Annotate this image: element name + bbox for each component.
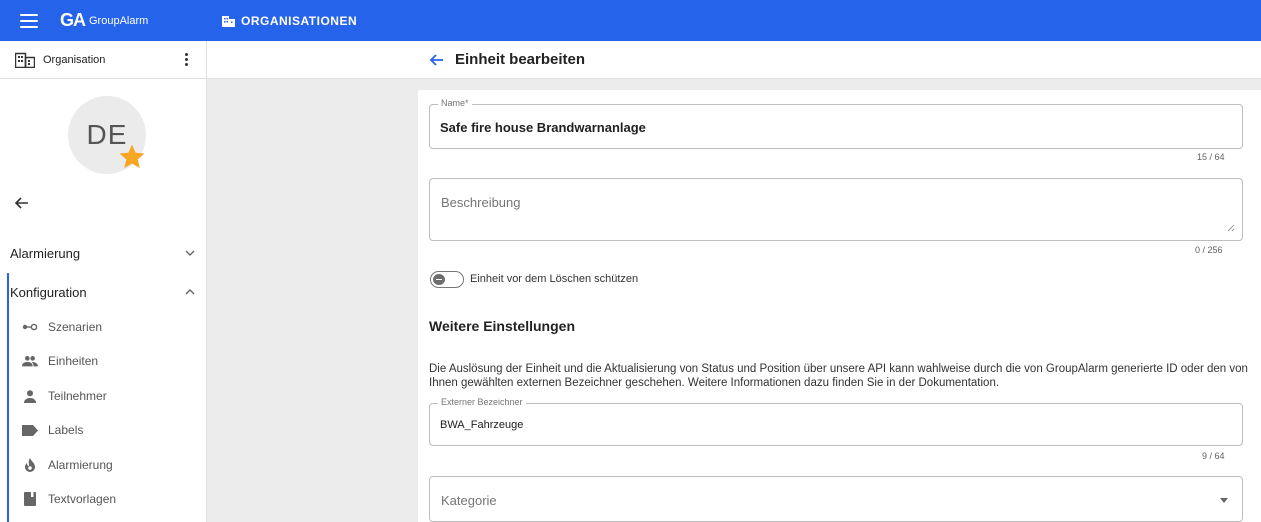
sidebar-item-label: Teilnehmer xyxy=(48,389,107,403)
external-identifier-counter: 9 / 64 xyxy=(1202,451,1225,461)
building-icon xyxy=(222,15,235,27)
chevron-down-icon xyxy=(185,250,195,256)
name-field-legend: Name* xyxy=(438,98,472,108)
sidebar-item-alarmierung[interactable]: Alarmierung xyxy=(0,448,207,482)
nav-group-konfiguration[interactable]: Konfiguration xyxy=(0,273,207,311)
section-title-label: ORGANISATIONEN xyxy=(241,13,358,28)
back-arrow-icon[interactable] xyxy=(12,193,32,213)
chevron-up-icon xyxy=(185,289,195,295)
more-vert-icon[interactable] xyxy=(181,51,192,68)
brand-area: GA GroupAlarm xyxy=(0,0,207,41)
description-placeholder: Beschreibung xyxy=(441,195,521,210)
units-icon xyxy=(22,353,38,369)
sidebar-item-label: Einheiten xyxy=(48,354,99,368)
flame-icon xyxy=(22,457,38,473)
sidebar-item-label: Szenarien xyxy=(48,320,103,334)
label-icon xyxy=(22,422,38,438)
sidebar-item-teilnehmer[interactable]: Teilnehmer xyxy=(0,379,207,413)
organisation-selector[interactable]: Organisation xyxy=(0,41,206,79)
sidebar-item-labels[interactable]: Labels xyxy=(0,413,207,447)
person-icon xyxy=(22,388,38,404)
back-arrow-icon[interactable] xyxy=(429,52,445,68)
external-identifier-legend: Externer Bezeichner xyxy=(438,397,526,407)
name-field[interactable]: Name* Safe fire house Brandwarnanlage xyxy=(429,98,1243,149)
logo-mark: GA xyxy=(60,10,86,30)
section-title: ORGANISATIONEN xyxy=(222,14,357,28)
toggle-knob xyxy=(433,274,445,285)
sidebar-item-label: Alarmierung xyxy=(48,458,113,472)
organisation-label: Organisation xyxy=(43,53,106,66)
organisation-icon xyxy=(15,52,35,68)
nav-group-label: Konfiguration xyxy=(10,284,87,300)
sidebar: Organisation DE Alarmierung Konfiguratio… xyxy=(0,41,207,522)
protect-delete-toggle[interactable] xyxy=(430,271,464,288)
sidebar-item-einheiten[interactable]: Einheiten xyxy=(0,344,207,378)
app-logo[interactable]: GA GroupAlarm xyxy=(60,10,148,31)
book-icon xyxy=(22,491,38,507)
description-char-counter: 0 / 256 xyxy=(1195,245,1223,255)
dropdown-arrow-icon xyxy=(1220,498,1228,503)
external-identifier-value: BWA_Fahrzeuge xyxy=(440,419,524,431)
sidebar-item-label: Textvorlagen xyxy=(48,492,117,506)
name-char-counter: 15 / 64 xyxy=(1197,152,1225,162)
sidebar-item-textvorlagen[interactable]: Textvorlagen xyxy=(0,482,207,516)
avatar: DE xyxy=(68,96,146,174)
menu-icon[interactable] xyxy=(20,13,38,28)
sidebar-item-label: Labels xyxy=(48,423,84,437)
resize-grip-icon[interactable] xyxy=(1227,224,1235,232)
top-app-bar: GA GroupAlarm ORGANISATIONEN xyxy=(0,0,1261,41)
category-select[interactable]: Kategorie xyxy=(429,476,1243,522)
edit-unit-form: Name* Safe fire house Brandwarnanlage 15… xyxy=(418,90,1261,522)
logo-name: GroupAlarm xyxy=(89,14,149,27)
nav-group-label: Alarmierung xyxy=(10,245,81,261)
description-field[interactable]: Beschreibung xyxy=(429,178,1243,241)
name-field-value: Safe fire house Brandwarnanlage xyxy=(440,120,646,135)
further-settings-text: Die Auslösung der Einheit und die Aktual… xyxy=(429,363,1248,389)
protect-delete-label: Einheit vor dem Löschen schützen xyxy=(470,273,639,285)
page-title: Einheit bearbeiten xyxy=(455,51,586,68)
scenario-icon xyxy=(22,319,38,335)
sidebar-item-szenarien[interactable]: Szenarien xyxy=(0,310,207,344)
further-settings-heading: Weitere Einstellungen xyxy=(429,318,575,334)
nav-group-alarmierung[interactable]: Alarmierung xyxy=(0,234,207,272)
page-header: Einheit bearbeiten xyxy=(207,41,1261,79)
category-placeholder: Kategorie xyxy=(441,493,497,508)
external-identifier-field[interactable]: Externer Bezeichner BWA_Fahrzeuge xyxy=(429,397,1243,446)
star-icon xyxy=(119,144,145,169)
